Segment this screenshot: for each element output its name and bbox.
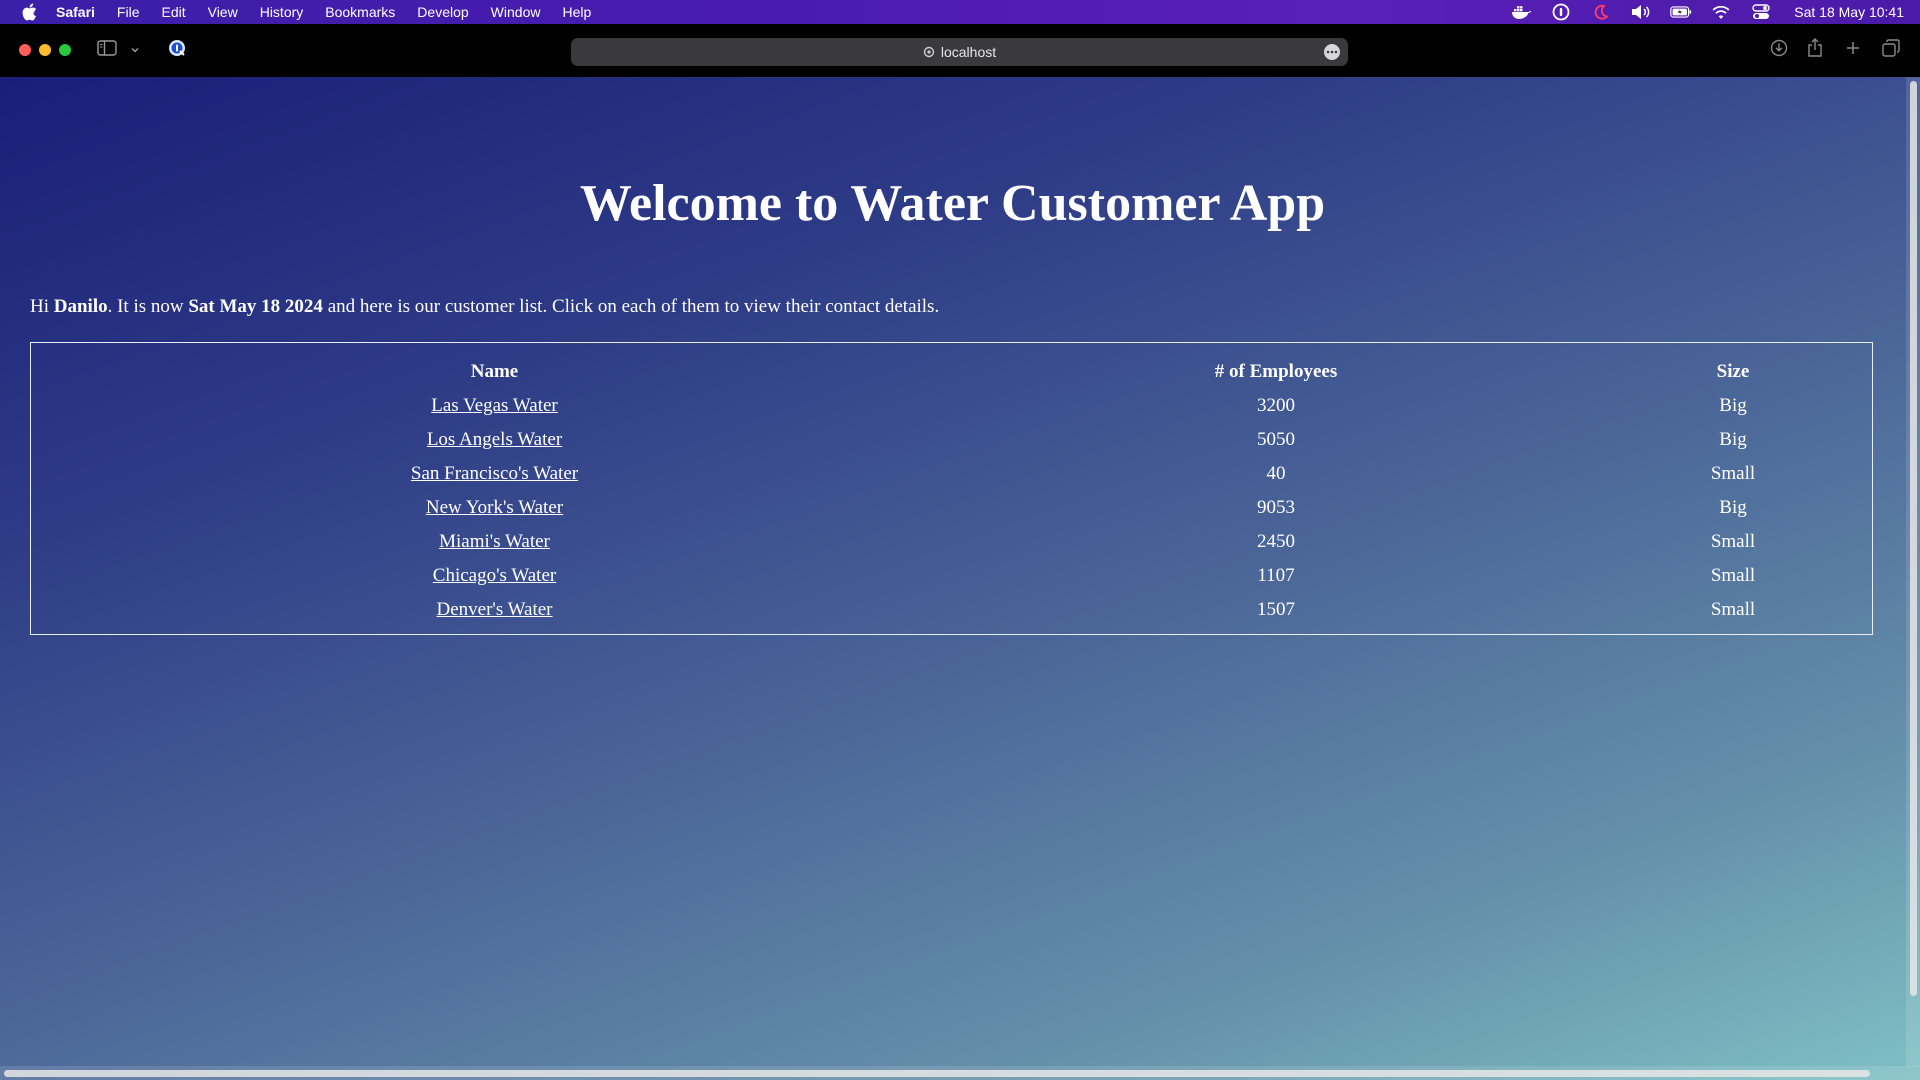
battery-icon[interactable] [1670,3,1692,21]
customer-link[interactable]: San Francisco's Water [411,463,578,484]
customer-name-cell: Denver's Water [31,593,958,627]
size-cell: Big [1719,497,1747,518]
download-icon [1770,39,1788,62]
vertical-scrollbar[interactable] [1906,77,1920,1067]
share-icon [1807,37,1823,63]
column-header-size: Size [1716,361,1750,382]
control-center-icon[interactable] [1750,3,1772,21]
customer-table-container: Name # of Employees Size Las Vegas Water… [30,342,1873,635]
sidebar-icon [97,39,117,61]
customer-name-cell: New York's Water [31,491,958,525]
page-viewport: Welcome to Water Customer App Hi Danilo.… [0,77,1920,1080]
employees-cell: 9053 [1257,497,1295,518]
menu-edit[interactable]: Edit [150,0,196,24]
employees-cell: 40 [1266,463,1286,484]
menu-window[interactable]: Window [480,0,552,24]
vertical-scrollbar-thumb[interactable] [1910,81,1917,996]
table-header-row: Name # of Employees Size [31,355,1872,389]
customer-name-cell: Las Vegas Water [31,389,958,423]
customer-link[interactable]: Miami's Water [439,531,550,552]
menu-develop[interactable]: Develop [406,0,479,24]
intro-rest: and here is our customer list. Click on … [322,296,940,317]
intro-user-name: Danilo [53,296,108,317]
customer-link[interactable]: New York's Water [426,497,563,518]
employees-cell: 1507 [1257,599,1295,620]
size-cell: Small [1710,463,1756,484]
size-cell: Small [1710,565,1756,586]
employees-cell: 3200 [1257,395,1295,416]
intro-greeting: Hi [30,296,54,317]
tab-group-dropdown[interactable] [130,38,140,62]
customer-link[interactable]: Las Vegas Water [431,395,558,416]
size-cell: Big [1719,429,1747,450]
close-window-button[interactable] [19,44,31,56]
menu-bar: Safari File Edit View History Bookmarks … [0,0,1920,24]
table-row: San Francisco's Water 40 Small [31,457,1872,491]
menu-view[interactable]: View [197,0,249,24]
menu-app-name[interactable]: Safari [52,0,106,24]
menu-help[interactable]: Help [551,0,602,24]
table-row: Los Angels Water 5050 Big [31,423,1872,457]
menu-clock[interactable]: Sat 18 May 10:41 [1794,4,1904,20]
intro-mid: . It is now [107,296,189,317]
customer-name-cell: Miami's Water [31,525,958,559]
customer-link[interactable]: Los Angels Water [427,429,562,450]
new-tab-button[interactable] [1845,38,1861,62]
share-button[interactable] [1807,37,1823,63]
customer-name-cell: Los Angels Water [31,423,958,457]
customer-table: Name # of Employees Size Las Vegas Water… [31,355,1872,627]
menu-bookmarks[interactable]: Bookmarks [314,0,406,24]
column-header-employees: # of Employees [1214,361,1338,382]
table-row: New York's Water 9053 Big [31,491,1872,525]
menu-history[interactable]: History [249,0,315,24]
sidebar-toggle-button[interactable] [97,38,117,62]
intro-text: Hi Danilo. It is now Sat May 18 2024 and… [30,296,939,318]
browser-toolbar: localhost [0,24,1920,77]
apple-icon[interactable] [20,3,38,21]
downloads-button[interactable] [1770,38,1788,62]
address-text: localhost [940,44,997,60]
size-cell: Big [1719,395,1747,416]
window-controls [19,44,71,56]
intro-date: Sat May 18 2024 [188,296,323,317]
password-manager-icon [167,38,187,63]
size-cell: Small [1710,599,1756,620]
zoom-window-button[interactable] [59,44,71,56]
customer-name-cell: San Francisco's Water [31,457,958,491]
tab-overview-button[interactable] [1882,38,1900,62]
tab-overview-icon [1882,38,1900,62]
more-icon [1326,50,1338,54]
wifi-icon[interactable] [1710,3,1732,21]
size-cell: Small [1710,531,1756,552]
page-title: Welcome to Water Customer App [579,175,1326,232]
customer-name-cell: Chicago's Water [31,559,958,593]
chevron-down-icon [130,41,140,59]
docker-icon[interactable] [1510,3,1532,21]
volume-icon[interactable] [1630,3,1652,21]
moon-icon[interactable] [1590,3,1612,21]
employees-cell: 2450 [1257,531,1295,552]
address-bar[interactable]: localhost [571,38,1348,66]
column-header-name: Name [470,361,519,382]
horizontal-scrollbar-thumb[interactable] [4,1070,1870,1077]
employees-cell: 5050 [1257,429,1295,450]
page-menu-button[interactable] [1324,44,1340,60]
horizontal-scrollbar[interactable] [0,1066,1920,1080]
minimize-window-button[interactable] [39,44,51,56]
table-row: Miami's Water 2450 Small [31,525,1872,559]
table-row: Denver's Water 1507 Small [31,593,1872,627]
table-row: Las Vegas Water 3200 Big [31,389,1872,423]
customer-link[interactable]: Denver's Water [436,599,552,620]
menu-file[interactable]: File [106,0,151,24]
site-settings-icon[interactable] [923,46,935,58]
plus-icon [1845,40,1861,61]
extension-button[interactable] [167,38,187,62]
customer-link[interactable]: Chicago's Water [433,565,556,586]
password-manager-icon[interactable] [1550,3,1572,21]
employees-cell: 1107 [1257,565,1295,586]
table-row: Chicago's Water 1107 Small [31,559,1872,593]
